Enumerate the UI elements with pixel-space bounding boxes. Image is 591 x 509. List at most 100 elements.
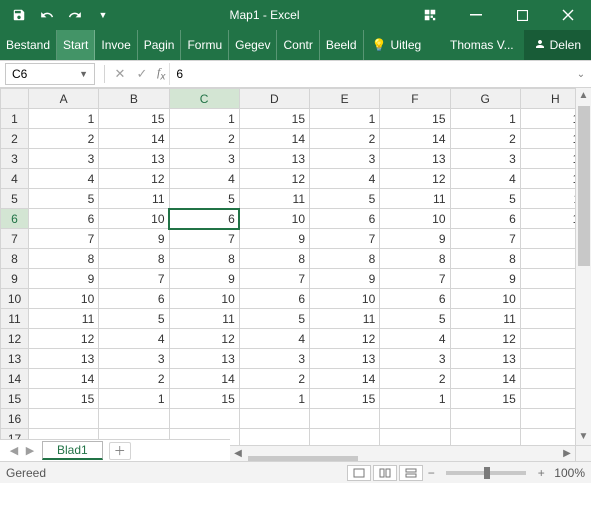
cell[interactable]: 11 bbox=[29, 309, 99, 329]
cell[interactable]: 4 bbox=[380, 329, 450, 349]
zoom-out-button[interactable]: − bbox=[424, 466, 438, 480]
col-header[interactable]: B bbox=[99, 89, 169, 109]
cell[interactable]: 15 bbox=[239, 109, 309, 129]
cell[interactable]: 8 bbox=[99, 249, 169, 269]
cell[interactable]: 1 bbox=[380, 389, 450, 409]
col-header[interactable]: D bbox=[239, 89, 309, 109]
cell[interactable]: 2 bbox=[99, 369, 169, 389]
cell[interactable]: 3 bbox=[239, 349, 309, 369]
cell[interactable]: 5 bbox=[99, 309, 169, 329]
row-header[interactable]: 3 bbox=[1, 149, 29, 169]
maximize-button[interactable] bbox=[499, 0, 545, 30]
cell[interactable]: 14 bbox=[310, 369, 380, 389]
cell[interactable]: 3 bbox=[99, 349, 169, 369]
cell[interactable]: 7 bbox=[29, 229, 99, 249]
cell[interactable]: 5 bbox=[169, 189, 239, 209]
cell[interactable]: 10 bbox=[239, 209, 309, 229]
cell[interactable]: 6 bbox=[99, 289, 169, 309]
tab-controleren[interactable]: Contr bbox=[277, 30, 319, 60]
cell[interactable]: 9 bbox=[450, 269, 520, 289]
row-header[interactable]: 7 bbox=[1, 229, 29, 249]
view-pagebreak-button[interactable] bbox=[399, 465, 423, 481]
cell[interactable]: 2 bbox=[239, 369, 309, 389]
row-header[interactable]: 10 bbox=[1, 289, 29, 309]
col-header[interactable]: E bbox=[310, 89, 380, 109]
tell-me[interactable]: 💡 Uitleg bbox=[364, 30, 430, 60]
cell[interactable]: 6 bbox=[380, 289, 450, 309]
cell[interactable]: 1 bbox=[450, 109, 520, 129]
cell[interactable]: 12 bbox=[380, 169, 450, 189]
cell[interactable]: 11 bbox=[239, 189, 309, 209]
horizontal-scrollbar[interactable]: ◀ ▶ bbox=[230, 445, 575, 461]
cell[interactable]: 8 bbox=[380, 249, 450, 269]
cell[interactable]: 5 bbox=[239, 309, 309, 329]
cell[interactable]: 11 bbox=[99, 189, 169, 209]
vscroll-thumb[interactable] bbox=[578, 106, 590, 266]
scroll-down-icon[interactable]: ▼ bbox=[579, 429, 589, 445]
row-header[interactable]: 12 bbox=[1, 329, 29, 349]
col-header[interactable]: G bbox=[450, 89, 520, 109]
tab-formules[interactable]: Formu bbox=[181, 30, 229, 60]
row-header[interactable]: 11 bbox=[1, 309, 29, 329]
cell[interactable]: 15 bbox=[450, 389, 520, 409]
cell[interactable] bbox=[99, 409, 169, 429]
cell[interactable]: 9 bbox=[310, 269, 380, 289]
cell[interactable]: 2 bbox=[169, 129, 239, 149]
cell[interactable]: 13 bbox=[310, 349, 380, 369]
add-sheet-button[interactable]: ＋ bbox=[109, 442, 131, 460]
cell[interactable]: 6 bbox=[450, 209, 520, 229]
cell[interactable]: 3 bbox=[380, 349, 450, 369]
cell[interactable]: 11 bbox=[310, 309, 380, 329]
cell[interactable]: 9 bbox=[380, 229, 450, 249]
cell[interactable]: 4 bbox=[169, 169, 239, 189]
cell[interactable]: 7 bbox=[310, 229, 380, 249]
cell[interactable]: 12 bbox=[169, 329, 239, 349]
cell-grid[interactable]: ABCDEFGH11151151151152214214214214331331… bbox=[0, 88, 591, 449]
cell[interactable]: 4 bbox=[450, 169, 520, 189]
close-button[interactable] bbox=[545, 0, 591, 30]
scroll-left-icon[interactable]: ◀ bbox=[230, 448, 246, 459]
col-header[interactable]: F bbox=[380, 89, 450, 109]
row-header[interactable]: 16 bbox=[1, 409, 29, 429]
scroll-right-icon[interactable]: ▶ bbox=[559, 448, 575, 459]
cell[interactable] bbox=[380, 409, 450, 429]
cell[interactable]: 10 bbox=[450, 289, 520, 309]
row-header[interactable]: 8 bbox=[1, 249, 29, 269]
cell[interactable]: 10 bbox=[310, 289, 380, 309]
formula-input[interactable]: 6 bbox=[169, 63, 571, 85]
cell[interactable]: 3 bbox=[310, 149, 380, 169]
cell[interactable]: 4 bbox=[29, 169, 99, 189]
cell[interactable]: 7 bbox=[380, 269, 450, 289]
tab-gegevens[interactable]: Gegev bbox=[229, 30, 277, 60]
cell[interactable]: 14 bbox=[380, 129, 450, 149]
cell[interactable]: 11 bbox=[450, 309, 520, 329]
cell[interactable]: 12 bbox=[29, 329, 99, 349]
tab-beeld[interactable]: Beeld bbox=[320, 30, 364, 60]
cell[interactable]: 6 bbox=[169, 209, 239, 229]
cell[interactable]: 7 bbox=[450, 229, 520, 249]
cell[interactable] bbox=[310, 409, 380, 429]
chevron-down-icon[interactable]: ▼ bbox=[79, 69, 88, 79]
cell[interactable]: 14 bbox=[99, 129, 169, 149]
cell[interactable]: 8 bbox=[450, 249, 520, 269]
zoom-slider[interactable] bbox=[446, 471, 526, 475]
cell[interactable]: 5 bbox=[380, 309, 450, 329]
cell[interactable]: 8 bbox=[169, 249, 239, 269]
cell[interactable]: 2 bbox=[310, 129, 380, 149]
cell[interactable]: 9 bbox=[169, 269, 239, 289]
cell[interactable]: 8 bbox=[29, 249, 99, 269]
undo-icon[interactable] bbox=[36, 4, 58, 26]
zoom-level[interactable]: 100% bbox=[554, 466, 585, 480]
cell[interactable]: 7 bbox=[239, 269, 309, 289]
cell[interactable]: 13 bbox=[239, 149, 309, 169]
cell[interactable]: 11 bbox=[169, 309, 239, 329]
cell[interactable]: 13 bbox=[380, 149, 450, 169]
tab-pagina[interactable]: Pagin bbox=[138, 30, 182, 60]
tab-bestand[interactable]: Bestand bbox=[0, 30, 57, 60]
cell[interactable]: 5 bbox=[310, 189, 380, 209]
cell[interactable] bbox=[169, 409, 239, 429]
row-header[interactable]: 4 bbox=[1, 169, 29, 189]
cell[interactable]: 9 bbox=[29, 269, 99, 289]
cell[interactable]: 13 bbox=[450, 349, 520, 369]
cell[interactable] bbox=[29, 409, 99, 429]
